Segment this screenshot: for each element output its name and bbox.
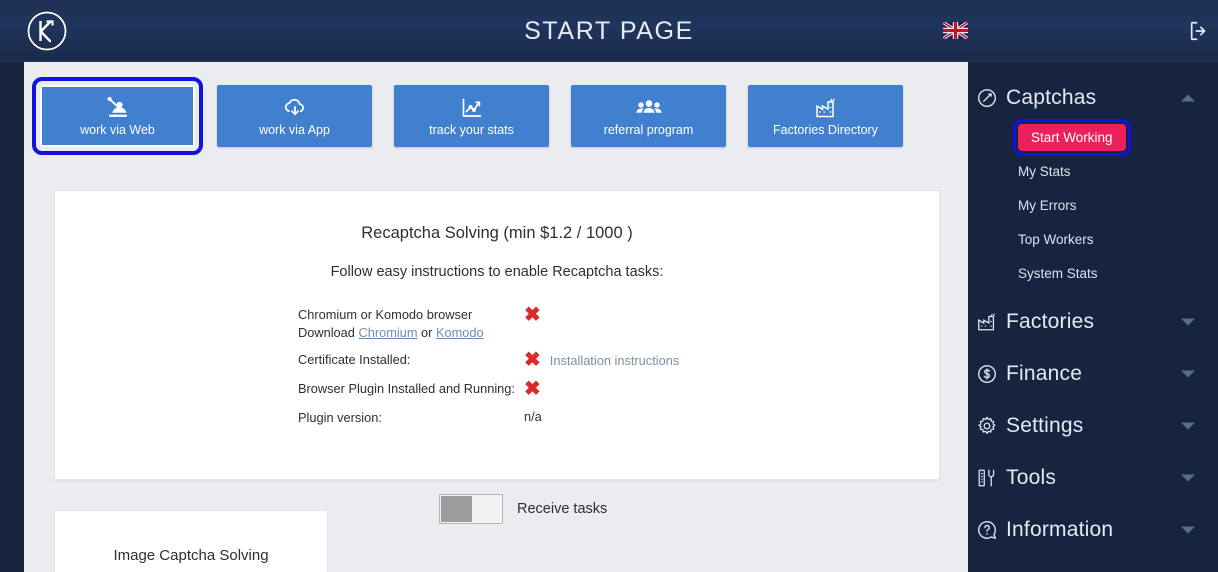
chevron-down-icon[interactable] bbox=[1181, 370, 1195, 378]
row-plugin: Browser Plugin Installed and Running: ✖ bbox=[298, 378, 939, 402]
sidebar-group-factories[interactable]: Factories bbox=[968, 296, 1218, 348]
komodo-link[interactable]: Komodo bbox=[436, 325, 484, 340]
image-captcha-title: Image Captcha Solving bbox=[113, 547, 269, 564]
download-text: Download bbox=[298, 325, 359, 340]
worker-hand-icon bbox=[105, 96, 131, 120]
sidebar-group-finance[interactable]: Finance bbox=[968, 348, 1218, 400]
sidebar-item-start-working[interactable]: Start Working bbox=[1018, 123, 1126, 151]
uk-flag-icon[interactable] bbox=[943, 22, 968, 39]
start-working-selection: Start Working bbox=[1013, 118, 1131, 156]
cloud-download-icon bbox=[282, 96, 308, 120]
sidebar-group-label: Information bbox=[1006, 518, 1114, 541]
receive-tasks-control: Receive tasks bbox=[439, 494, 607, 524]
plugin-version-value: n/a bbox=[524, 409, 542, 424]
sidebar-item-my-errors[interactable]: My Errors bbox=[1018, 188, 1218, 222]
row-plugin-label: Browser Plugin Installed and Running: bbox=[298, 381, 515, 396]
row-browser-line1: Chromium or Komodo browser bbox=[298, 307, 473, 322]
card-subheading: Follow easy instructions to enable Recap… bbox=[330, 264, 664, 280]
receive-tasks-toggle[interactable] bbox=[439, 494, 503, 524]
tools-icon bbox=[976, 467, 1006, 489]
row-certificate-status: ✖ Installation instructions bbox=[524, 349, 679, 371]
sidebar-group-label: Tools bbox=[1006, 466, 1057, 489]
sidebar-group-information[interactable]: Information bbox=[968, 504, 1218, 556]
chart-line-icon bbox=[459, 96, 485, 120]
sidebar-group-tools[interactable]: Tools bbox=[968, 452, 1218, 504]
row-plugin-status: ✖ bbox=[524, 378, 541, 400]
question-circle-icon bbox=[976, 519, 1006, 541]
red-x-icon: ✖ bbox=[524, 349, 541, 371]
chevron-down-icon[interactable] bbox=[1181, 526, 1195, 534]
app-root: START PAGE work via Web work via App tra… bbox=[0, 0, 1218, 572]
tab-work-via-web[interactable]: work via Web bbox=[32, 77, 203, 155]
row-browser: Chromium or Komodo browser Download Chro… bbox=[298, 304, 939, 342]
row-browser-status: ✖ bbox=[524, 304, 541, 326]
logout-icon[interactable] bbox=[1188, 20, 1210, 42]
sidebar-item-system-stats[interactable]: System Stats bbox=[1018, 256, 1218, 290]
tab-factories-directory[interactable]: Factories Directory bbox=[748, 85, 903, 147]
installation-instructions-link[interactable]: Installation instructions bbox=[550, 353, 679, 368]
row-certificate-label: Certificate Installed: bbox=[298, 352, 411, 367]
image-captcha-solving-card: Image Captcha Solving bbox=[54, 510, 328, 572]
quick-action-tabs: work via Web work via App track your sta… bbox=[32, 77, 903, 155]
red-x-icon: ✖ bbox=[524, 304, 541, 326]
tab-track-your-stats[interactable]: track your stats bbox=[394, 85, 549, 147]
tab-referral-program[interactable]: referral program bbox=[571, 85, 726, 147]
tab-label: work via App bbox=[259, 122, 330, 137]
tab-label: work via Web bbox=[80, 122, 155, 137]
factory-icon bbox=[814, 96, 838, 120]
sidebar-group-label: Finance bbox=[1006, 362, 1083, 385]
people-group-icon bbox=[635, 96, 663, 120]
sidebar: Captchas Start Working My Stats My Error… bbox=[968, 62, 1218, 572]
gear-icon bbox=[976, 415, 1006, 437]
sidebar-group-label: Factories bbox=[1006, 310, 1095, 333]
sidebar-group-label: Captchas bbox=[1006, 86, 1097, 109]
row-browser-label: Chromium or Komodo browser Download Chro… bbox=[298, 306, 524, 342]
top-bar: START PAGE bbox=[0, 0, 1218, 62]
sidebar-group-captchas[interactable]: Captchas bbox=[968, 76, 1218, 120]
tab-label: referral program bbox=[603, 122, 694, 137]
row-plugin-version: Plugin version: n/a bbox=[298, 409, 939, 431]
card-heading: Recaptcha Solving (min $1.2 / 1000 ) bbox=[361, 224, 633, 242]
status-rows: Chromium or Komodo browser Download Chro… bbox=[55, 304, 939, 431]
toggle-knob bbox=[441, 496, 472, 522]
recaptcha-solving-card: Recaptcha Solving (min $1.2 / 1000 ) Fol… bbox=[54, 190, 940, 524]
or-text: or bbox=[417, 325, 436, 340]
red-x-icon: ✖ bbox=[524, 378, 541, 400]
chromium-link[interactable]: Chromium bbox=[358, 325, 417, 340]
dollar-circle-icon bbox=[976, 363, 1006, 385]
receive-tasks-label: Receive tasks bbox=[517, 501, 608, 517]
sidebar-subitems-captchas: Start Working My Stats My Errors Top Wor… bbox=[968, 118, 1218, 290]
tab-label: Factories Directory bbox=[773, 122, 878, 137]
sidebar-group-settings[interactable]: Settings bbox=[968, 400, 1218, 452]
chevron-up-icon[interactable] bbox=[1181, 94, 1195, 102]
content-pane: work via Web work via App track your sta… bbox=[24, 62, 968, 572]
row-certificate: Certificate Installed: ✖ Installation in… bbox=[298, 349, 939, 373]
tab-work-via-app[interactable]: work via App bbox=[217, 85, 372, 147]
sidebar-item-top-workers[interactable]: Top Workers bbox=[1018, 222, 1218, 256]
chevron-down-icon[interactable] bbox=[1181, 474, 1195, 482]
page-title: START PAGE bbox=[524, 16, 694, 45]
sidebar-item-my-stats[interactable]: My Stats bbox=[1018, 154, 1218, 188]
row-plugin-version-status: n/a bbox=[524, 409, 542, 424]
chevron-down-icon[interactable] bbox=[1181, 318, 1195, 326]
tab-label: track your stats bbox=[429, 122, 514, 137]
sidebar-item-start-working-wrap: Start Working bbox=[1013, 118, 1218, 156]
chevron-down-icon[interactable] bbox=[1181, 422, 1195, 430]
factory-icon bbox=[976, 311, 1006, 333]
captcha-circle-icon bbox=[976, 87, 1006, 109]
sidebar-group-label: Settings bbox=[1006, 414, 1084, 437]
row-browser-line2: Download Chromium or Komodo bbox=[298, 324, 524, 342]
row-plugin-version-label: Plugin version: bbox=[298, 410, 382, 425]
